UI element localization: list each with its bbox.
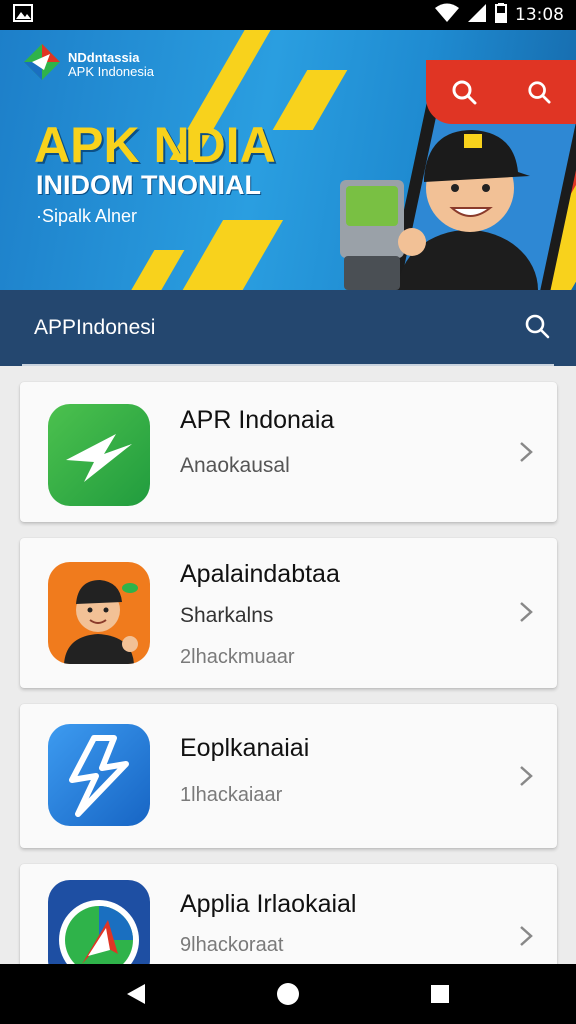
chevron-right-icon <box>520 602 533 622</box>
chevron-right-icon <box>520 442 533 462</box>
search-icon[interactable] <box>517 70 561 114</box>
home-icon[interactable] <box>258 964 318 1024</box>
brand-logo: NDdntassia APK Indonesia <box>22 42 154 87</box>
app-mascot-icon <box>48 562 150 664</box>
app-title: Eoplkanaiai <box>180 734 310 762</box>
app-title: Applia Irlaokaial <box>180 890 357 918</box>
wifi-icon <box>435 3 459 28</box>
chevron-right-icon <box>520 766 533 786</box>
app-lightning-blue-icon <box>48 724 150 826</box>
logo-icon <box>22 42 62 87</box>
app-title: APR Indonaia <box>180 406 335 434</box>
app-subtitle: Sharkalns <box>180 604 274 627</box>
app-meta: 9lhackoraat <box>180 934 284 956</box>
navigation-bar <box>0 964 576 1024</box>
logo-subtitle: APK Indonesia <box>68 63 155 79</box>
status-time: 13:08 <box>515 5 564 25</box>
banner-actions <box>426 60 576 124</box>
app-meta: 1lhackaiaar <box>180 784 283 806</box>
banner-stripe <box>125 250 185 290</box>
app-meta: 2lhackmuaar <box>180 646 295 668</box>
banner-tagline: ·Sipalk Alner <box>36 206 138 226</box>
logo-title: NDdntassia <box>68 49 140 65</box>
list-item[interactable]: APR Indonaia Anaokausal <box>20 382 557 522</box>
list-item[interactable]: Apalaindabtaa Sharkalns 2lhackmuaar <box>20 538 557 688</box>
search-icon[interactable] <box>442 70 486 114</box>
search-bar[interactable]: APPIndonesi <box>0 290 576 366</box>
banner-stripe <box>176 220 284 290</box>
recents-icon[interactable] <box>410 964 470 1024</box>
banner-subheadline: INIDOM TNONIAL <box>36 170 261 200</box>
app-compass-icon <box>48 880 150 964</box>
search-input[interactable]: APPIndonesi <box>34 316 524 340</box>
app-subtitle: Anaokausal <box>180 454 290 477</box>
app-list: APR Indonaia Anaokausal Apalaindabtaa Sh… <box>0 366 576 964</box>
screen: 13:08 NDdntassia APK Indonesia APK NDIA … <box>0 0 576 1024</box>
app-arrow-green-icon <box>48 404 150 506</box>
image-icon <box>12 3 34 28</box>
banner-headline: APK NDIA <box>34 117 276 173</box>
list-item[interactable]: Eoplkanaiai 1lhackaiaar <box>20 704 557 848</box>
status-bar: 13:08 <box>0 0 576 30</box>
signal-icon <box>467 3 487 28</box>
promo-banner[interactable]: NDdntassia APK Indonesia APK NDIA INIDOM… <box>0 30 576 290</box>
chevron-right-icon <box>520 926 533 946</box>
back-icon[interactable] <box>106 964 166 1024</box>
app-title: Apalaindabtaa <box>180 560 340 588</box>
list-item[interactable]: Applia Irlaokaial 9lhackoraat <box>20 864 557 964</box>
battery-icon <box>495 2 507 28</box>
search-icon[interactable] <box>524 313 550 344</box>
